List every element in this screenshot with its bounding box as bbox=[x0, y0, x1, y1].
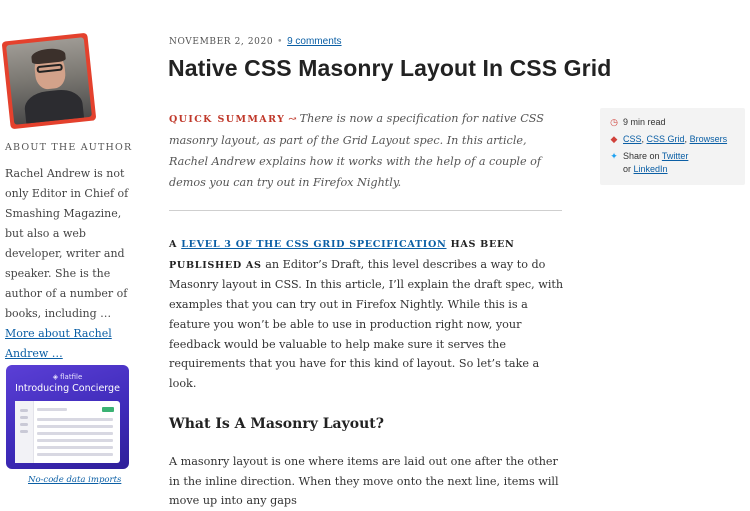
share-row: ✦ Share on Twitter bbox=[609, 151, 688, 162]
tag-link-browsers[interactable]: Browsers bbox=[690, 134, 728, 144]
ad-brand-label: flatfile bbox=[60, 373, 83, 381]
mock-row bbox=[37, 408, 67, 411]
quick-summary-label: Quick Summary bbox=[169, 114, 286, 125]
summary-divider bbox=[169, 210, 562, 211]
comments-link[interactable]: 9 comments bbox=[287, 36, 341, 47]
about-author-heading: About The Author bbox=[5, 142, 133, 153]
mock-row bbox=[37, 439, 113, 442]
ad-brand: ◈ flatfile bbox=[6, 373, 129, 381]
twitter-icon: ✦ bbox=[610, 151, 618, 161]
ad-headline: Introducing Concierge bbox=[15, 383, 120, 394]
mock-nav-dot bbox=[20, 416, 28, 419]
mock-nav-dot bbox=[20, 423, 28, 426]
intro-prefix: A bbox=[169, 239, 178, 250]
meta-separator: • bbox=[277, 37, 284, 47]
more-about-author-link[interactable]: More about Rachel Andrew … bbox=[5, 327, 112, 360]
tag-link-css-grid[interactable]: CSS Grid bbox=[647, 134, 685, 144]
mock-row bbox=[37, 425, 113, 428]
css-grid-spec-link[interactable]: Level 3 of the CSS Grid specification bbox=[181, 239, 446, 250]
mock-nav-dot bbox=[20, 430, 28, 433]
mock-row bbox=[37, 418, 113, 421]
read-time: 9 min read bbox=[623, 117, 666, 127]
share-prefix: Share on bbox=[623, 151, 660, 161]
read-time-row: ◷ 9 min read bbox=[609, 117, 666, 128]
article-date: November 2, 2020 bbox=[169, 37, 274, 47]
intro-paragraph: A Level 3 of the CSS Grid specification … bbox=[169, 234, 567, 394]
mock-row bbox=[37, 453, 113, 456]
section-heading: What Is A Masonry Layout? bbox=[169, 416, 384, 432]
quick-summary: Quick Summary ↝ There is now a specificati… bbox=[169, 108, 564, 193]
mock-row bbox=[37, 446, 113, 449]
article-info-box: ◷ 9 min read ◆ CSS, CSS Grid, Browsers ✦ Sh… bbox=[600, 108, 745, 185]
intro-text: an Editor’s Draft, this level describes … bbox=[169, 257, 564, 390]
mock-sidebar bbox=[15, 401, 34, 463]
article-meta: November 2, 2020 • 9 comments bbox=[169, 36, 342, 47]
tag-link-css[interactable]: CSS bbox=[623, 134, 642, 144]
article-title: Native CSS Masonry Layout In CSS Grid bbox=[168, 55, 612, 81]
share-linkedin-link[interactable]: LinkedIn bbox=[634, 164, 668, 174]
share-twitter-link[interactable]: Twitter bbox=[662, 151, 689, 161]
mock-nav-dot bbox=[20, 409, 28, 412]
share-row-2: or LinkedIn bbox=[623, 164, 668, 174]
flatfile-logo-icon: ◈ bbox=[52, 373, 59, 381]
tags-row: ◆ CSS, CSS Grid, Browsers bbox=[610, 134, 728, 144]
tag-icon: ◆ bbox=[610, 134, 618, 144]
author-bio: Rachel Andrew is not only Editor in Chie… bbox=[5, 164, 135, 364]
photo-body bbox=[23, 87, 86, 125]
arrow-icon: ↝ bbox=[288, 114, 297, 125]
clock-icon: ◷ bbox=[610, 117, 618, 127]
share-or: or bbox=[623, 164, 632, 174]
ad-product-screenshot bbox=[15, 401, 120, 463]
author-bio-text: Rachel Andrew is not only Editor in Chie… bbox=[5, 167, 129, 320]
author-photo bbox=[6, 37, 92, 125]
mock-button bbox=[102, 407, 114, 412]
ad-banner[interactable]: ◈ flatfile Introducing Concierge bbox=[6, 365, 129, 469]
section-paragraph: A masonry layout is one where items are … bbox=[169, 455, 559, 508]
ad-caption-link[interactable]: No-code data imports bbox=[28, 475, 121, 485]
author-avatar[interactable] bbox=[1, 32, 97, 130]
mock-row bbox=[37, 432, 113, 435]
